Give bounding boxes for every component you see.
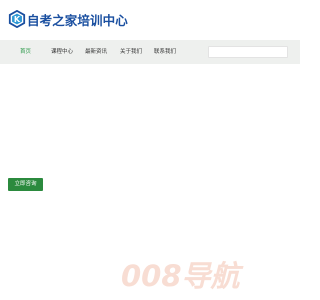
main-nav: 首页 课程中心 最新资讯 关于我们 联系我们 [0, 40, 300, 66]
consult-now-button[interactable]: 立即咨询 [8, 178, 43, 191]
site-header: K 自考之家培训中心 [0, 0, 300, 38]
watermark-text: 008导航 [121, 259, 245, 293]
nav-item-about[interactable]: 关于我们 [120, 40, 142, 64]
nav-item-contact[interactable]: 联系我们 [154, 40, 176, 64]
nav-item-courses[interactable]: 课程中心 [51, 40, 73, 64]
logo-k-icon: K [8, 10, 26, 28]
search-box [208, 46, 288, 66]
logo-letter: K [14, 14, 21, 24]
nav-item-news[interactable]: 最新资讯 [85, 40, 107, 64]
watermark: 008导航 [121, 259, 245, 293]
search-input[interactable] [209, 56, 287, 66]
nav-item-home[interactable]: 首页 [20, 40, 31, 64]
site-logo[interactable]: K 自考之家培训中心 [8, 9, 128, 29]
site-title: 自考之家培训中心 [27, 12, 128, 28]
